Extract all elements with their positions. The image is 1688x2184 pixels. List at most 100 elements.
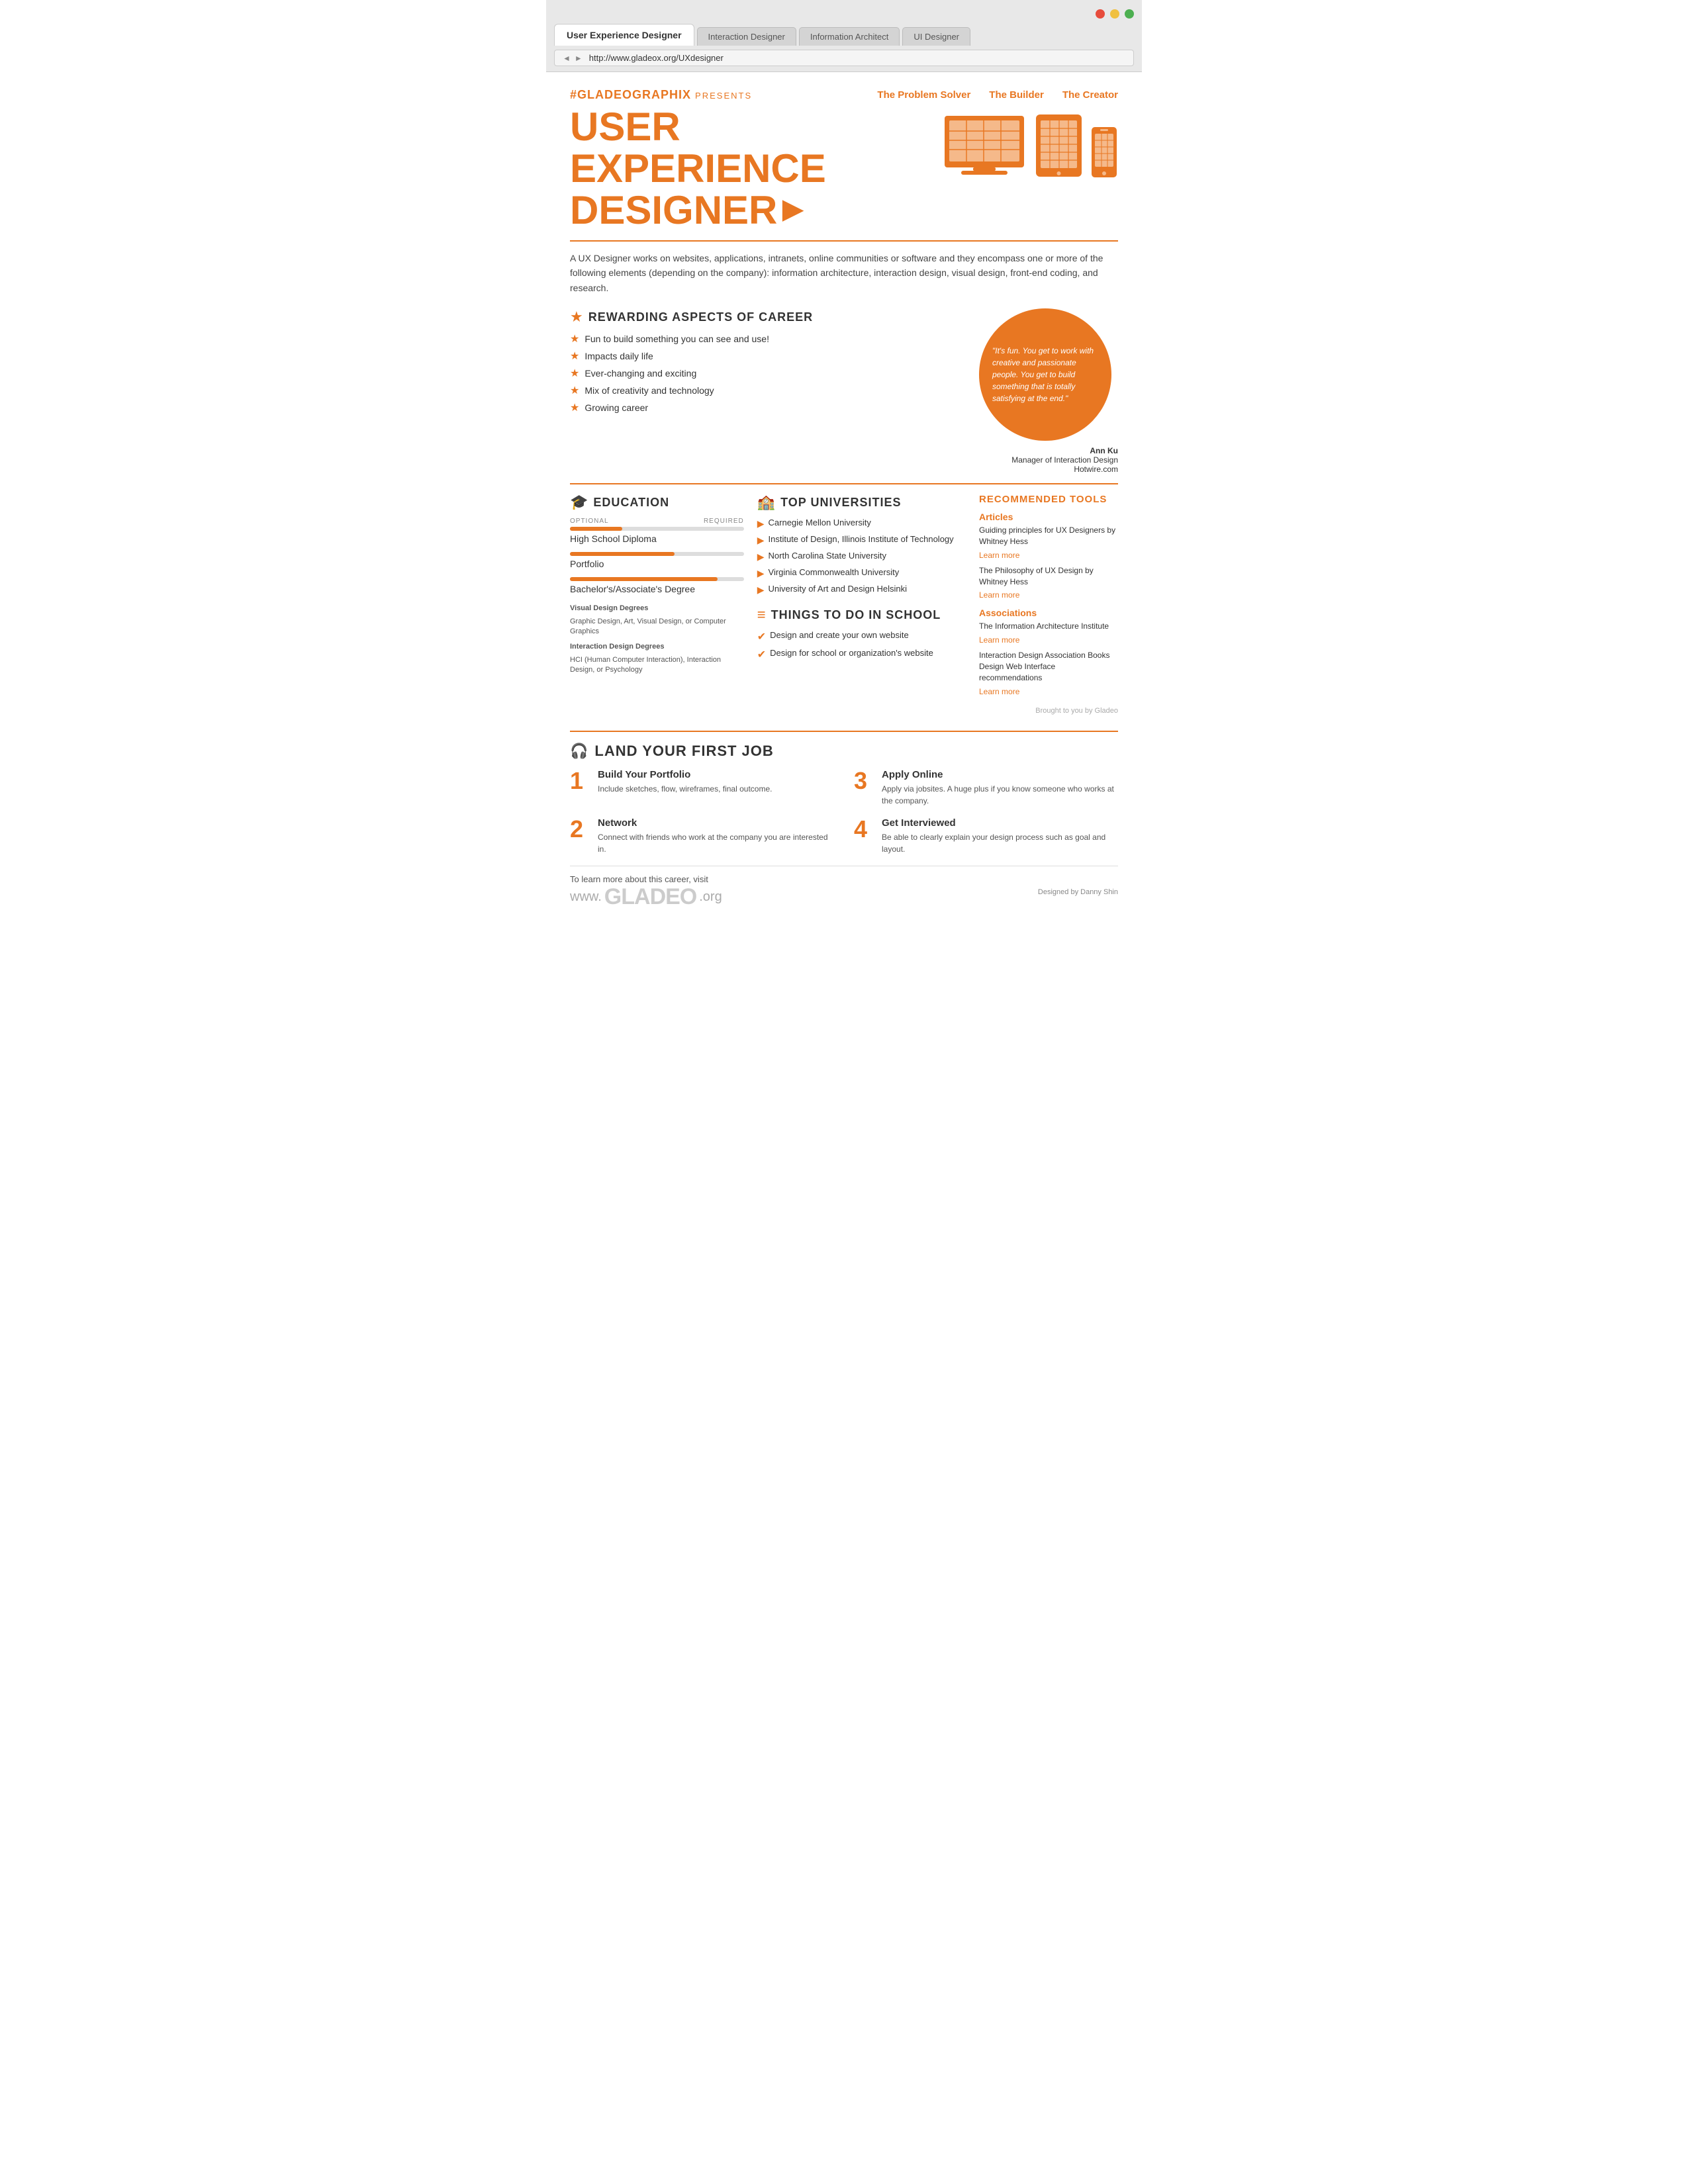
- tab-interaction-designer[interactable]: Interaction Designer: [697, 27, 796, 46]
- arrow-icon: ▶: [757, 535, 765, 546]
- articles-category: Articles: [979, 512, 1118, 522]
- land-number-4: 4: [854, 817, 874, 841]
- footer-www: www.: [570, 889, 602, 905]
- universities-header: 🏫 TOP UNIVERSITIES: [757, 494, 966, 511]
- quote-section: "It's fun. You get to work with creative…: [979, 308, 1118, 474]
- brand-block: #GLADEOGRAPHIX PRESENTS: [570, 88, 752, 102]
- footer-row: To learn more about this career, visit w…: [570, 866, 1118, 910]
- maximize-button[interactable]: [1125, 9, 1134, 19]
- edu-degree-section: Visual Design Degrees Graphic Design, Ar…: [570, 604, 744, 675]
- education-title: EDUCATION: [593, 496, 669, 510]
- land-item-title-2: Network: [598, 817, 834, 829]
- list-item: ★ Growing career: [570, 401, 966, 414]
- address-url[interactable]: http://www.gladeox.org/UXdesigner: [589, 53, 724, 63]
- footer-org: .org: [699, 889, 722, 905]
- things-title: THINGS TO DO IN SCHOOL: [771, 608, 941, 622]
- bar-track: [570, 577, 744, 581]
- list-item: ▶ Virginia Commonwealth University: [757, 567, 966, 579]
- visual-design-sub: Graphic Design, Art, Visual Design, or C…: [570, 617, 744, 637]
- things-header: ≡ THINGS TO DO IN SCHOOL: [757, 606, 966, 623]
- list-item: ★ Ever-changing and exciting: [570, 367, 966, 380]
- arrow-icon: ▶: [757, 584, 765, 596]
- tab-active[interactable]: User Experience Designer: [554, 24, 694, 46]
- edu-item-degree: Bachelor's/Associate's Degree: [570, 577, 744, 594]
- list-item: ▶ Institute of Design, Illinois Institut…: [757, 534, 966, 546]
- article-2-link[interactable]: Learn more: [979, 590, 1019, 600]
- rewarding-header: ★ REWARDING ASPECTS OF CAREER: [570, 308, 966, 326]
- education-section: 🎓 EDUCATION OPTIONAL REQUIRED High Schoo…: [570, 494, 744, 717]
- persona-builder[interactable]: The Builder: [989, 89, 1044, 101]
- article-1-link[interactable]: Learn more: [979, 551, 1019, 560]
- browser-chrome: User Experience Designer Interaction Des…: [546, 0, 1142, 72]
- star-icon: ★: [570, 349, 579, 363]
- phone-icon: [1090, 126, 1118, 179]
- brand-name: #GLADEOGRAPHIX PRESENTS: [570, 88, 752, 101]
- brought-to-you: Brought to you by Gladeo: [979, 707, 1118, 715]
- rewarding-row: ★ REWARDING ASPECTS OF CAREER ★ Fun to b…: [570, 308, 1118, 474]
- monitor-icon: [941, 113, 1027, 179]
- tab-ui-designer[interactable]: UI Designer: [902, 27, 970, 46]
- land-item-desc-1: Include sketches, flow, wireframes, fina…: [598, 783, 772, 795]
- graduation-icon: 🎓: [570, 494, 588, 511]
- land-number-3: 3: [854, 769, 874, 793]
- interaction-design-sub: HCI (Human Computer Interaction), Intera…: [570, 655, 744, 676]
- rewarding-list: ★ Fun to build something you can see and…: [570, 332, 966, 414]
- assoc-1-link[interactable]: Learn more: [979, 635, 1019, 645]
- back-arrow[interactable]: ◄: [563, 54, 571, 63]
- quote-attribution: Ann Ku Manager of Interaction Design Hot…: [979, 446, 1118, 474]
- assoc-2-link[interactable]: Learn more: [979, 687, 1019, 696]
- assoc-1-text: The Information Architecture Institute: [979, 621, 1118, 632]
- recommended-section: RECOMMENDED TOOLS Articles Guiding princ…: [979, 494, 1118, 717]
- presents-label: PRESENTS: [695, 91, 752, 101]
- article-2-text: The Philosophy of UX Design by Whitney H…: [979, 565, 1118, 588]
- tab-information-architect[interactable]: Information Architect: [799, 27, 900, 46]
- list-icon: ≡: [757, 606, 766, 623]
- land-item-desc-3: Apply via jobsites. A huge plus if you k…: [882, 783, 1118, 807]
- forward-arrow[interactable]: ►: [575, 54, 583, 63]
- universities-things: 🏫 TOP UNIVERSITIES ▶ Carnegie Mellon Uni…: [757, 494, 966, 717]
- address-bar[interactable]: ◄ ► http://www.gladeox.org/UXdesigner: [554, 50, 1134, 66]
- hero-title: USER EXPERIENCE DESIGNER ▶: [570, 106, 874, 231]
- land-title: LAND YOUR FIRST JOB: [594, 743, 773, 760]
- bar-fill: [570, 577, 718, 581]
- education-header: 🎓 EDUCATION: [570, 494, 744, 511]
- interaction-design-label: Interaction Design Degrees: [570, 642, 744, 652]
- edu-item-portfolio: Portfolio: [570, 552, 744, 569]
- land-number-2: 2: [570, 817, 590, 841]
- minimize-button[interactable]: [1110, 9, 1119, 19]
- associations-category: Associations: [979, 608, 1118, 618]
- land-item-title-3: Apply Online: [882, 769, 1118, 780]
- check-icon: ✔: [757, 648, 766, 661]
- edu-label: High School Diploma: [570, 533, 744, 544]
- list-item: ★ Impacts daily life: [570, 349, 966, 363]
- quote-name: Ann Ku: [979, 446, 1118, 455]
- edu-label: Bachelor's/Associate's Degree: [570, 584, 744, 594]
- footer-learn: To learn more about this career, visit: [570, 874, 722, 884]
- persona-links: The Problem Solver The Builder The Creat…: [877, 89, 1118, 101]
- things-list: ✔ Design and create your own website ✔ D…: [757, 630, 966, 661]
- land-item-title-1: Build Your Portfolio: [598, 769, 772, 780]
- header-row: #GLADEOGRAPHIX PRESENTS The Problem Solv…: [570, 88, 1118, 102]
- bar-track: [570, 527, 744, 531]
- assoc-2-text: Interaction Design Association Books Des…: [979, 650, 1118, 683]
- persona-creator[interactable]: The Creator: [1062, 89, 1118, 101]
- cursor-icon: ▶: [782, 195, 803, 223]
- land-item-desc-2: Connect with friends who work at the com…: [598, 831, 834, 855]
- bottom-sections: 🎓 EDUCATION OPTIONAL REQUIRED High Schoo…: [570, 494, 1118, 717]
- land-number-1: 1: [570, 769, 590, 793]
- hero-section: USER EXPERIENCE DESIGNER ▶: [570, 106, 1118, 231]
- land-section: 🎧 LAND YOUR FIRST JOB 1 Build Your Portf…: [570, 731, 1118, 855]
- star-icon: ★: [570, 384, 579, 397]
- land-item-2: 2 Network Connect with friends who work …: [570, 817, 834, 855]
- hero-title-line1: USER EXPERIENCE: [570, 106, 874, 189]
- persona-problem-solver[interactable]: The Problem Solver: [877, 89, 970, 101]
- visual-design-label: Visual Design Degrees: [570, 604, 744, 614]
- university-icon: 🏫: [757, 494, 775, 511]
- list-item: ★ Mix of creativity and technology: [570, 384, 966, 397]
- footer-left: To learn more about this career, visit w…: [570, 874, 722, 910]
- bar-track: [570, 552, 744, 556]
- hero-title-line2: DESIGNER ▶: [570, 189, 803, 231]
- close-button[interactable]: [1096, 9, 1105, 19]
- footer-designed: Designed by Danny Shin: [1038, 888, 1118, 896]
- section-divider: [570, 483, 1118, 484]
